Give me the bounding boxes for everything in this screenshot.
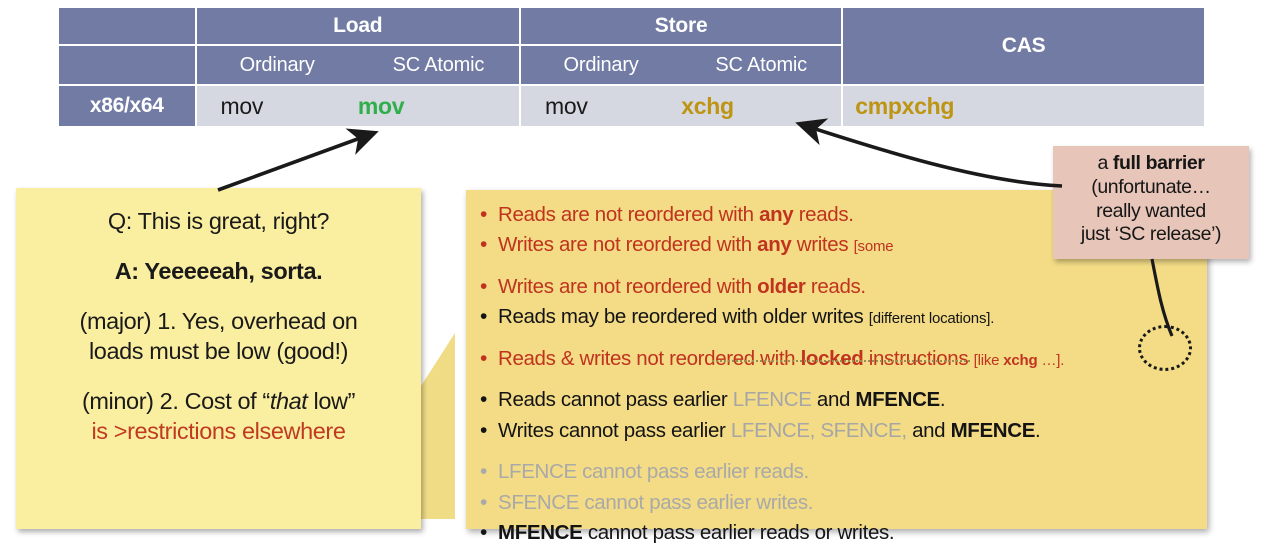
bullet-item: Writes are not reordered with older read…	[474, 272, 1207, 302]
note-point-2-italic: that	[269, 388, 308, 415]
table-corner-cell	[59, 8, 195, 44]
bullet-text-part: MFENCE	[950, 418, 1036, 442]
cell-load-ordinary: mov	[220, 92, 264, 119]
bullet-text-part: .	[1035, 418, 1041, 442]
table-header-group-row: Load Store CAS	[59, 8, 1204, 84]
bullet-text-part: Reads may be reordered with older writes	[498, 305, 869, 329]
cell-load: mov mov	[196, 86, 519, 126]
note-point-2: (minor) 2. Cost of “that low” is >restri…	[30, 386, 407, 446]
cell-cas: cmpxchg	[843, 86, 1204, 126]
bullet-text-part: [some	[853, 238, 894, 256]
note-point-2-tail: low”	[307, 388, 356, 415]
note-answer: A: Yeeeeeah, sorta.	[114, 258, 323, 285]
bullet-spacer	[474, 333, 1207, 344]
cell-store-sc-atomic: xchg	[681, 92, 734, 119]
note-point-1-line-2: loads must be low (good!)	[88, 338, 349, 365]
arrow-to-xchg-icon	[795, 118, 1063, 188]
row-label-x86: x86/x64	[59, 86, 195, 126]
note-point-2-prefix: (minor) 2. Cost of “	[81, 388, 270, 415]
bullet-text-part: [different locations].	[868, 310, 995, 328]
bullet-item: MFENCE cannot pass earlier reads or writ…	[474, 518, 1207, 548]
bullet-separator-rule	[712, 360, 970, 362]
bullet-text-part: and	[811, 388, 856, 412]
bullet-text-part: locked	[800, 346, 864, 370]
subheader-store-ordinary: Ordinary	[563, 53, 639, 76]
column-group-cas: CAS	[843, 8, 1204, 84]
bullet-text-part: LFENCE, SFENCE,	[730, 418, 913, 442]
bullet-text-part: SFENCE cannot pass earlier writes.	[498, 490, 814, 514]
bullet-text-part: and	[912, 418, 951, 442]
callout-line-2: (unfortunate…	[1091, 175, 1211, 198]
bullet-text-part: Reads cannot pass earlier	[498, 388, 733, 412]
callout-line-1-bold: full barrier	[1112, 152, 1205, 174]
bullet-text-part: MFENCE	[855, 388, 940, 412]
note-question: Q: This is great, right?	[107, 208, 330, 234]
cell-load-sc-atomic: mov	[357, 92, 405, 119]
bullet-text-part: any	[757, 233, 792, 257]
bullet-spacer	[474, 261, 1207, 272]
bullet-item: Writes cannot pass earlier LFENCE, SFENC…	[474, 416, 1207, 446]
bullet-text-part: writes	[791, 233, 854, 257]
bullet-text-part: Reads & writes not reordered with	[498, 346, 801, 370]
callout-line-1: a full barrier	[1059, 152, 1243, 176]
arrow-to-mov-icon	[217, 128, 379, 192]
bullet-item: Reads & writes not reordered with locked…	[474, 344, 1207, 374]
bullet-item: Reads cannot pass earlier LFENCE and MFE…	[474, 385, 1207, 415]
subheader-load-ordinary: Ordinary	[239, 53, 315, 76]
bullet-item: LFENCE cannot pass earlier reads.	[474, 457, 1207, 487]
bullet-text-part: [like	[973, 351, 1004, 369]
bullet-spacer	[474, 374, 1207, 385]
bullet-item: Reads may be reordered with older writes…	[474, 302, 1207, 332]
left-yellow-note: Q: This is great, right? A: Yeeeeeah, so…	[16, 188, 421, 529]
bullet-item: SFENCE cannot pass earlier writes.	[474, 488, 1207, 518]
subheader-store-sc-atomic: SC Atomic	[715, 53, 807, 76]
bullet-text-part: MFENCE	[498, 520, 583, 544]
store-subheaders: Ordinary SC Atomic	[520, 46, 842, 84]
cell-store: mov xchg	[520, 86, 842, 126]
bullet-text-part: any	[759, 203, 794, 226]
note-point-2-line-1: (minor) 2. Cost of “that low”	[30, 386, 407, 416]
callout-line-3: really wanted	[1096, 199, 1206, 222]
callout-line-4: just ‘SC release’)	[1080, 223, 1222, 246]
bullet-text-part: …].	[1037, 351, 1065, 369]
bullet-text-part: .	[939, 388, 946, 412]
table-row: x86/x64 mov mov mov xchg cmpxchg	[59, 86, 1204, 126]
bullet-text-part: older	[757, 274, 806, 298]
bullet-text-part: Reads are not reordered with	[498, 203, 760, 226]
dotted-circle-xchg-icon	[1138, 325, 1192, 371]
note-point-2-red-line: is >restrictions elsewhere	[91, 418, 346, 445]
callout-line-1-prefix: a	[1097, 152, 1113, 174]
cell-store-ordinary: mov	[544, 92, 588, 119]
bullet-text-part: reads.	[793, 203, 854, 226]
load-subheaders: Ordinary SC Atomic	[196, 46, 519, 84]
instruction-mapping-table: Load Store CAS Ordinary SC Atomic Ordina…	[57, 6, 1206, 128]
bullet-text-part: LFENCE	[732, 388, 812, 412]
note-point-1: (major) 1. Yes, overhead on loads must b…	[30, 306, 407, 366]
column-group-load: Load	[196, 8, 519, 44]
table-corner-cell-lower	[59, 46, 195, 84]
bullet-text-part: cannot pass earlier reads or writes.	[582, 520, 895, 544]
column-group-store: Store	[520, 8, 842, 44]
bullet-text-part: Writes cannot pass earlier	[498, 418, 731, 442]
bullet-text-part: xchg	[1003, 351, 1038, 369]
bullet-text-part: reads.	[805, 274, 866, 298]
subheader-load-sc-atomic: SC Atomic	[392, 53, 485, 76]
bullet-text-part: Writes are not reordered with	[498, 233, 758, 257]
full-barrier-callout: a full barrier (unfortunate… really want…	[1053, 146, 1249, 259]
bullet-text-part: LFENCE cannot pass earlier reads.	[498, 460, 809, 484]
bullet-spacer	[474, 446, 1207, 457]
bullet-text-part: Writes are not reordered with	[498, 274, 758, 298]
note-point-1-line-1: (major) 1. Yes, overhead on	[79, 308, 358, 335]
bullet-text-part: instructions	[863, 346, 974, 370]
